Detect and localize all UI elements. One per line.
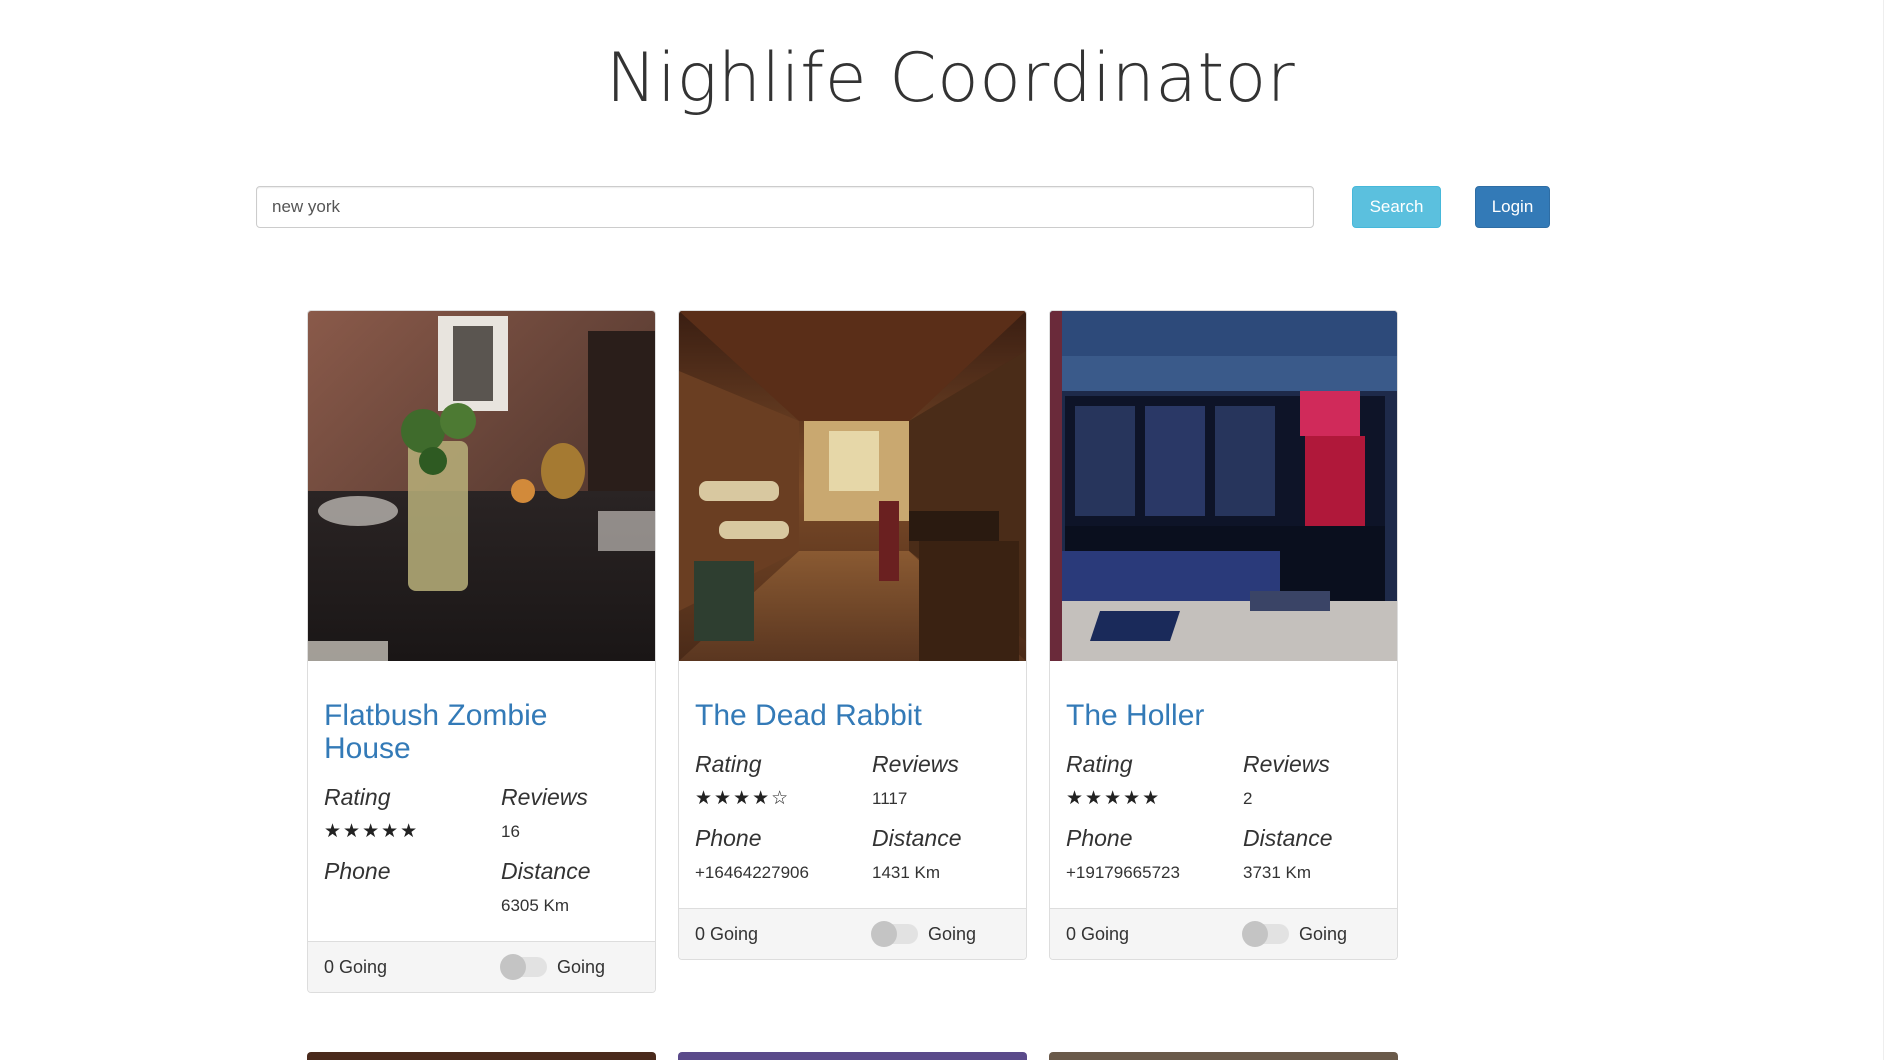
going-toggle[interactable] xyxy=(871,921,918,947)
phone-label: Phone xyxy=(324,858,391,884)
phone-value: +16464227906 xyxy=(695,863,809,882)
next-card-photo-partial xyxy=(678,1052,1027,1060)
venue-name-link[interactable]: The Dead Rabbit xyxy=(695,699,1010,732)
reviews-count: 2 xyxy=(1243,789,1253,808)
next-card-photo-partial xyxy=(1049,1052,1398,1060)
going-toggle-label: Going xyxy=(1299,923,1348,944)
rating-stars: ★★★★★ xyxy=(324,821,420,842)
going-toggle-label: Going xyxy=(557,956,606,977)
rating-stars: ★★★★☆ xyxy=(695,788,791,809)
reviews-label: Reviews xyxy=(501,784,588,810)
venue-name-link[interactable]: The Holler xyxy=(1066,699,1381,732)
going-toggle[interactable] xyxy=(1242,921,1289,947)
toggle-knob xyxy=(871,921,897,947)
next-card-photo-partial xyxy=(307,1052,656,1060)
going-count: 0 Going xyxy=(1066,923,1130,944)
reviews-label: Reviews xyxy=(872,751,959,777)
page-title: Nighlife Coordinator xyxy=(605,39,1296,118)
rating-label: Rating xyxy=(324,784,391,810)
venue-card: The Holler Rating Reviews ★★★★★ 2 Phone … xyxy=(1049,310,1398,960)
distance-label: Distance xyxy=(501,858,591,884)
reviews-label: Reviews xyxy=(1243,751,1330,777)
distance-value: 6305 Km xyxy=(501,896,570,915)
distance-label: Distance xyxy=(872,825,962,851)
reviews-count: 1117 xyxy=(872,789,908,808)
toggle-knob xyxy=(500,954,526,980)
search-input[interactable] xyxy=(256,186,1314,228)
rating-stars: ★★★★★ xyxy=(1066,788,1162,809)
venue-name-link[interactable]: Flatbush Zombie House xyxy=(324,699,639,765)
distance-value: 3731 Km xyxy=(1243,863,1312,882)
distance-value: 1431 Km xyxy=(872,863,941,882)
phone-value: +19179665723 xyxy=(1066,863,1180,882)
phone-value xyxy=(324,887,501,929)
phone-label: Phone xyxy=(695,825,762,851)
reviews-count: 16 xyxy=(501,822,520,841)
going-count: 0 Going xyxy=(324,956,388,977)
venue-card: Flatbush Zombie House Rating Reviews ★★★… xyxy=(307,310,656,993)
toggle-knob xyxy=(1242,921,1268,947)
venue-photo xyxy=(679,311,1026,661)
going-toggle-label: Going xyxy=(928,923,977,944)
going-count: 0 Going xyxy=(695,923,759,944)
search-button[interactable]: Search xyxy=(1352,186,1441,228)
venue-photo xyxy=(1050,311,1397,661)
rating-label: Rating xyxy=(1066,751,1133,777)
login-button[interactable]: Login xyxy=(1475,186,1550,228)
venue-photo xyxy=(308,311,655,661)
rating-label: Rating xyxy=(695,751,762,777)
venue-card: The Dead Rabbit Rating Reviews ★★★★☆ 111… xyxy=(678,310,1027,960)
phone-label: Phone xyxy=(1066,825,1133,851)
page-scrollbar[interactable] xyxy=(1883,0,1901,1060)
distance-label: Distance xyxy=(1243,825,1333,851)
going-toggle[interactable] xyxy=(500,954,547,980)
